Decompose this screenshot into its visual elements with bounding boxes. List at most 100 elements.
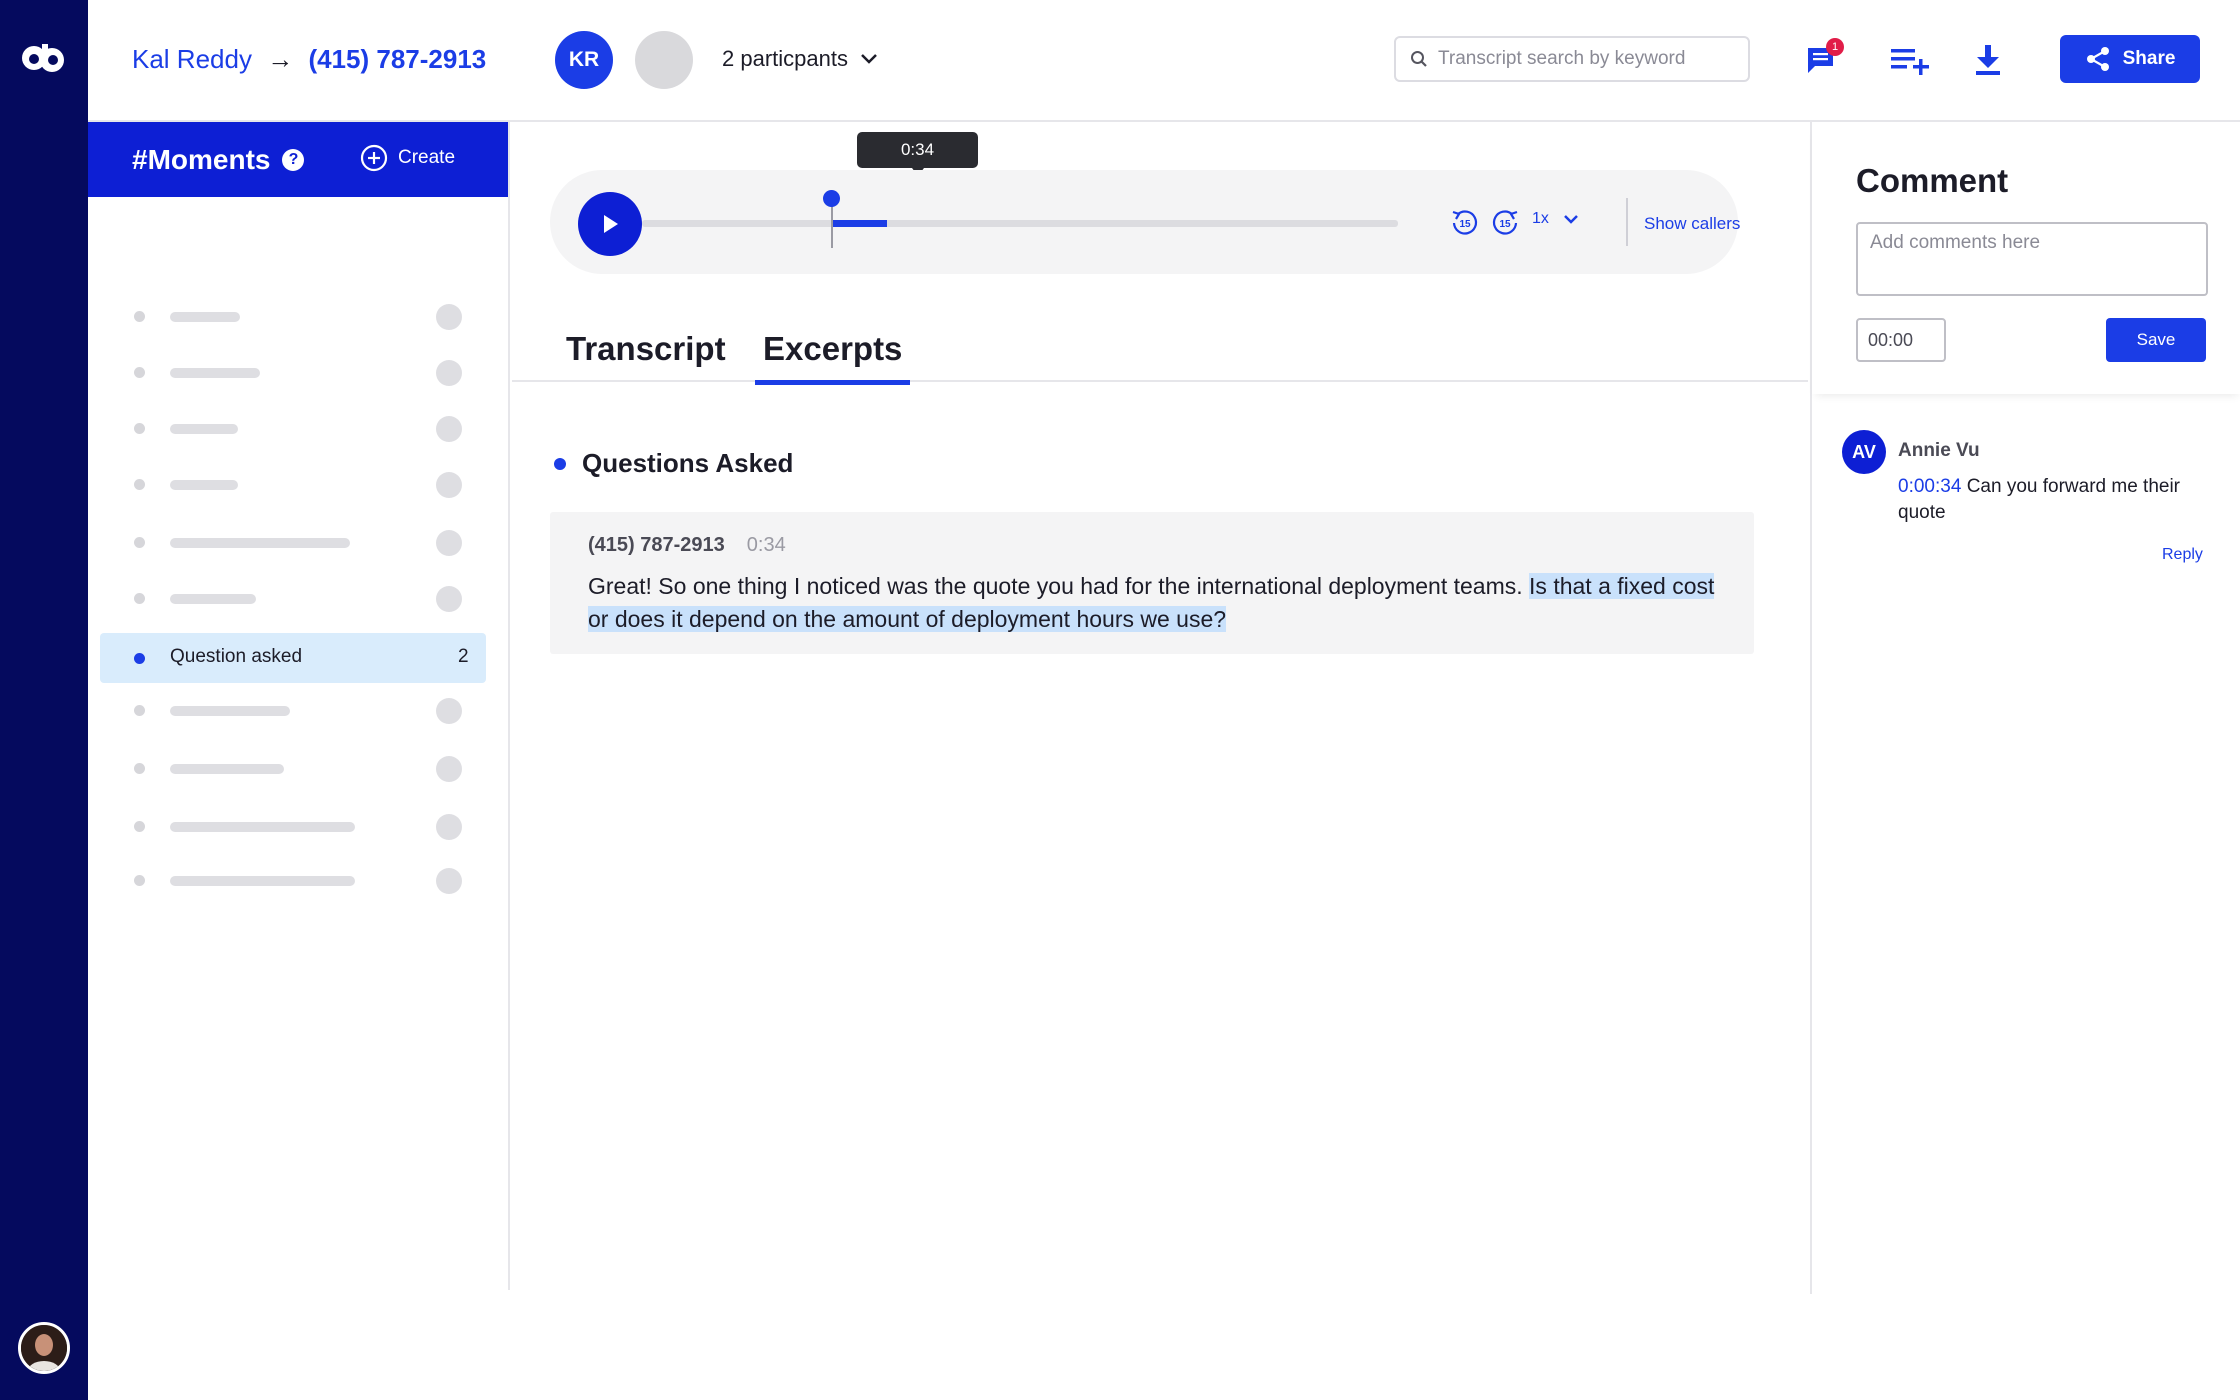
comment-timestamp-link[interactable]: 0:00:34 — [1898, 476, 1961, 497]
progress-fill — [831, 220, 887, 227]
moment-item-question-asked[interactable]: Question asked 2 — [100, 633, 486, 683]
moments-panel: #Moments ? Create Question asked 2 — [88, 122, 510, 1290]
participant-avatar-kr[interactable]: KR — [555, 31, 613, 89]
tab-excerpts[interactable]: Excerpts — [755, 330, 911, 385]
moment-item-placeholder[interactable] — [100, 801, 486, 851]
excerpt-meta: (415) 787-2913 0:34 — [588, 534, 786, 557]
skip-back-button[interactable]: 15 — [1450, 208, 1480, 238]
comment-input[interactable] — [1856, 222, 2208, 296]
placeholder-bar — [170, 876, 355, 886]
left-rail — [0, 0, 88, 1400]
placeholder-count — [436, 586, 462, 612]
moment-item-placeholder[interactable] — [100, 685, 486, 735]
placeholder-count — [436, 698, 462, 724]
add-to-playlist-button[interactable] — [1888, 38, 1932, 82]
comment-time-input[interactable] — [1856, 318, 1946, 362]
playhead-handle[interactable] — [823, 190, 840, 207]
playhead-tooltip: 0:34 — [857, 132, 978, 176]
divider — [1626, 198, 1628, 246]
comments-button[interactable]: 1 — [1800, 38, 1844, 82]
placeholder-bar — [170, 368, 260, 378]
transcript-search[interactable] — [1394, 36, 1750, 82]
moment-item-placeholder[interactable] — [100, 459, 486, 509]
moment-dot — [134, 423, 145, 434]
moment-item-placeholder[interactable] — [100, 743, 486, 793]
moment-item-placeholder[interactable] — [100, 855, 486, 905]
skip-forward-button[interactable]: 15 — [1490, 208, 1520, 238]
commenter-avatar: AV — [1842, 430, 1886, 474]
user-avatar[interactable] — [18, 1322, 70, 1374]
user-avatar-image — [21, 1325, 67, 1371]
moment-item-placeholder[interactable] — [100, 403, 486, 453]
excerpt-speaker: (415) 787-2913 — [588, 534, 725, 556]
save-comment-button[interactable]: Save — [2106, 318, 2206, 362]
comment-body: 0:00:34 Can you forward me their quote — [1898, 474, 2198, 526]
reply-link[interactable]: Reply — [2162, 546, 2203, 564]
moment-dot — [134, 367, 145, 378]
comments-badge: 1 — [1826, 38, 1844, 56]
excerpt-section-header: Questions Asked — [554, 448, 793, 479]
call-title: Kal Reddy → (415) 787-2913 — [132, 44, 486, 75]
arrow-right-icon: → — [267, 44, 294, 74]
moment-dot — [134, 821, 145, 832]
moment-item-placeholder[interactable] — [100, 517, 486, 567]
placeholder-bar — [170, 538, 350, 548]
placeholder-bar — [170, 764, 284, 774]
playlist-add-icon — [1891, 49, 1929, 75]
participant-avatar-unknown[interactable] — [635, 31, 693, 89]
comment-composer: Comment Save — [1812, 122, 2240, 394]
excerpt-text-plain: Great! So one thing I noticed was the qu… — [588, 573, 1530, 599]
moment-item-placeholder[interactable] — [100, 291, 486, 341]
skip-back-label: 15 — [1459, 219, 1471, 230]
tab-transcript[interactable]: Transcript — [558, 330, 734, 380]
play-button[interactable] — [578, 192, 642, 256]
skip-forward-label: 15 — [1499, 219, 1511, 230]
moment-item-placeholder[interactable] — [100, 347, 486, 397]
moment-item-placeholder[interactable] — [100, 573, 486, 623]
progress-track[interactable] — [642, 190, 1398, 248]
placeholder-count — [436, 756, 462, 782]
callee-phone-link[interactable]: (415) 787-2913 — [308, 44, 486, 74]
chevron-down-icon — [1564, 214, 1578, 224]
caller-name-link[interactable]: Kal Reddy — [132, 44, 252, 74]
participants-dropdown[interactable]: 2 particpants — [722, 46, 878, 72]
share-label: Share — [2122, 48, 2176, 69]
help-icon[interactable]: ? — [282, 148, 305, 171]
search-input[interactable] — [1438, 48, 1728, 70]
moment-dot — [134, 653, 145, 664]
placeholder-bar — [170, 312, 240, 322]
excerpt-card[interactable]: (415) 787-2913 0:34 Great! So one thing … — [550, 512, 1754, 654]
download-button[interactable] — [1966, 38, 2010, 82]
placeholder-count — [436, 472, 462, 498]
playback-speed-dropdown[interactable]: 1x — [1532, 210, 1579, 228]
moments-title: #Moments — [132, 143, 271, 175]
app-logo-icon[interactable] — [20, 38, 68, 78]
moment-dot — [134, 311, 145, 322]
excerpt-time[interactable]: 0:34 — [747, 534, 786, 557]
placeholder-count — [436, 530, 462, 556]
moment-dot — [134, 875, 145, 886]
share-button[interactable]: Share — [2060, 35, 2200, 83]
placeholder-bar — [170, 822, 355, 832]
moment-dot — [134, 479, 145, 490]
play-icon — [604, 215, 618, 233]
show-callers-link[interactable]: Show callers — [1644, 214, 1740, 234]
search-icon — [1411, 51, 1427, 67]
placeholder-count — [436, 416, 462, 442]
section-title: Questions Asked — [582, 448, 794, 478]
comment-title: Comment — [1856, 162, 2009, 199]
moment-label: Question asked — [170, 646, 303, 667]
moment-count: 2 — [458, 646, 469, 667]
moment-dot — [134, 537, 145, 548]
speed-label: 1x — [1532, 210, 1549, 227]
main-content: 0:34 15 15 1x Show callers Transcript Ex… — [512, 122, 1808, 1290]
moment-dot — [134, 705, 145, 716]
placeholder-bar — [170, 706, 290, 716]
chevron-down-icon — [861, 54, 877, 64]
placeholder-bar — [170, 424, 238, 434]
moments-header: #Moments ? Create — [88, 122, 508, 197]
content-tabs: Transcript Excerpts — [512, 320, 1808, 385]
create-label: Create — [398, 147, 456, 168]
create-moment-button[interactable]: Create — [360, 144, 455, 172]
audio-player: 15 15 1x Show callers — [550, 170, 1740, 274]
